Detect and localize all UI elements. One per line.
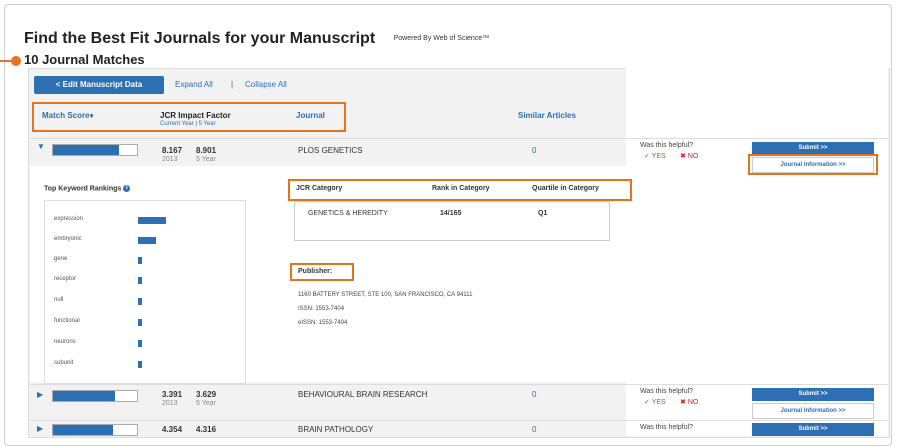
no-label: NO [687,153,699,160]
keyword-label: embryonic [54,236,82,242]
keyword-bar [138,319,142,326]
journal-name[interactable]: BEHAVIOURAL BRAIN RESEARCH [298,390,427,399]
keyword-rankings-title: Top Keyword Rankings i [44,185,131,193]
impact-current: 3.391 [162,390,183,399]
journal-info-highlight-box [748,154,878,175]
keyword-label: null [54,297,64,303]
publisher-address: 1160 BATTERY STREET, STE 100, SAN FRANCI… [298,292,473,298]
keyword-rankings-box [44,200,246,384]
impact-year: 2013 [162,400,178,407]
match-score-bar [52,424,138,436]
keyword-bar [138,361,142,368]
keyword-rankings-label: Top Keyword Rankings [44,185,122,193]
info-icon[interactable]: i [123,185,131,192]
match-score-bar [52,390,138,402]
impact-5yr: 8.901 [196,146,217,155]
keyword-label: functional [54,318,80,324]
expand-row-icon[interactable]: ▶ [37,424,43,433]
keyword-bar [138,237,156,244]
expand-row-icon[interactable]: ▶ [37,390,43,399]
eissn: eISSN: 1553-7404 [298,320,348,326]
issn: ISSN: 1553-7404 [298,306,345,312]
five-year-label: 5 Year [196,156,216,163]
no-label: NO [687,399,699,406]
row-divider [30,384,888,385]
helpful-prompt: Was this helpful? [640,142,694,149]
collapse-row-icon[interactable]: ▼ [37,142,45,151]
row-divider [30,420,888,421]
journal-information-button[interactable]: Journal Information >> [752,403,874,419]
keyword-label: expression [54,216,84,222]
edit-manuscript-button[interactable]: < Edit Manuscript Data [34,76,164,94]
callout-dot [11,56,21,66]
keyword-bar [138,257,142,264]
feedback-column [626,68,888,436]
yes-button[interactable]: ✓ YES [644,152,666,160]
similar-articles-header[interactable]: Similar Articles [518,111,576,120]
impact-current: 8.167 [162,146,183,155]
keyword-label: receptor [54,276,77,282]
similar-articles-count[interactable]: 0 [532,146,536,155]
page-title: Find the Best Fit Journals for your Manu… [24,30,489,48]
similar-articles-count[interactable]: 0 [532,390,536,399]
toolbar-separator: | [231,80,234,89]
category-value: GENETICS & HEREDITY [308,210,388,217]
no-button[interactable]: ✖ NO [680,398,698,406]
header-highlight-box [32,102,346,132]
impact-current: 4.354 [162,425,183,434]
keyword-bar [138,298,142,305]
impact-5yr: 3.629 [196,390,217,399]
rank-value: 14/165 [440,210,462,217]
keyword-label: subunit [54,360,74,366]
yes-label: YES [651,399,666,406]
match-score-fill [53,145,119,155]
keyword-bar [138,340,142,347]
row-divider [30,138,888,139]
match-score-fill [53,391,116,401]
category-table [294,201,610,241]
collapse-all-link[interactable]: Collapse All [245,80,287,89]
keyword-label: gene [54,256,68,262]
powered-by: Powered By Web of Science™ [393,35,490,43]
category-highlight-box [288,179,632,201]
helpful-prompt: Was this helpful? [640,388,694,395]
no-button[interactable]: ✖ NO [680,152,698,160]
keyword-bar [138,277,142,284]
impact-5yr: 4.316 [196,425,217,434]
page-title-text: Find the Best Fit Journals for your Manu… [24,30,376,47]
journal-name[interactable]: BRAIN PATHOLOGY [298,425,373,434]
submit-button[interactable]: Submit >> [752,388,874,401]
yes-label: YES [651,153,666,160]
five-year-label: 5 Year [196,400,216,407]
keyword-label: neurons [54,339,76,345]
expand-all-link[interactable]: Expand All [175,80,213,89]
journal-name[interactable]: PLOS GENETICS [298,146,362,155]
keyword-bar [138,217,166,224]
submit-button[interactable]: Submit >> [752,423,874,436]
match-score-bar [52,144,138,156]
publisher-highlight-box [290,263,354,281]
similar-articles-count[interactable]: 0 [532,425,536,434]
helpful-prompt: Was this helpful? [640,424,694,431]
match-count: 10 Journal Matches [24,52,145,67]
impact-year: 2013 [162,156,178,163]
quartile-value: Q1 [538,210,548,217]
yes-button[interactable]: ✓ YES [644,398,666,406]
match-score-fill [53,425,114,435]
